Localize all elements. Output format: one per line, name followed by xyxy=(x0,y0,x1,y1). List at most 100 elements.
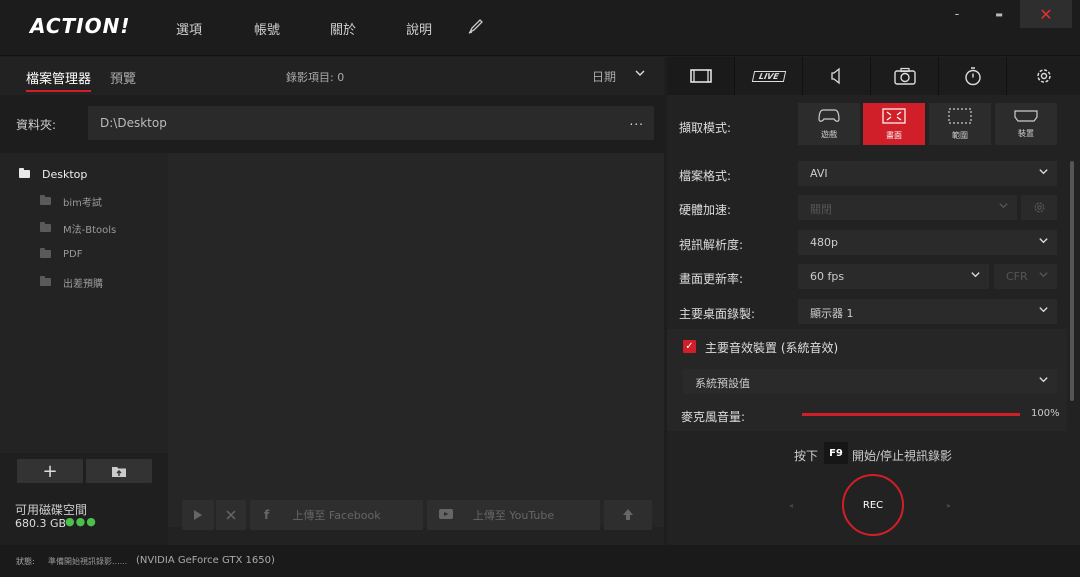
pen-icon[interactable] xyxy=(467,17,485,38)
folder-import-icon xyxy=(112,467,126,477)
framerate-mode-select[interactable]: CFR xyxy=(994,264,1057,289)
arrow-left-icon[interactable]: ◂ xyxy=(789,501,793,510)
record-button[interactable]: REC xyxy=(842,474,904,536)
file-manager-panel: 檔案管理器 預覽 錄影項目: 0 日期 資料夾: D:\Desktop ... … xyxy=(0,57,664,545)
hotkey-prefix: 按下 xyxy=(794,449,819,463)
close-icon xyxy=(226,510,236,520)
chevron-down-icon xyxy=(1038,166,1049,180)
play-icon xyxy=(194,510,202,520)
gear-icon xyxy=(1033,201,1046,217)
file-format-row: 檔案格式: AVI xyxy=(667,157,1072,191)
upload-button[interactable] xyxy=(604,500,652,530)
capture-mode-screen[interactable]: 畫面 xyxy=(863,103,925,145)
tree-item-label: M法-Btools xyxy=(63,224,117,236)
folder-row: 資料夾: D:\Desktop ... xyxy=(0,95,664,155)
chevron-down-icon xyxy=(970,269,981,283)
tab-schedule[interactable] xyxy=(939,57,1007,95)
menu-options[interactable]: 選項 xyxy=(176,19,202,38)
resolution-value: 480p xyxy=(810,236,838,249)
maximize-button[interactable]: ▬ xyxy=(976,0,1022,28)
chevron-down-icon[interactable] xyxy=(634,67,646,82)
browse-folder-button[interactable]: ... xyxy=(630,114,644,128)
tab-live[interactable]: LIVE xyxy=(735,57,803,95)
resolution-label: 視訊解析度: xyxy=(679,238,744,252)
stopwatch-icon xyxy=(964,67,981,86)
mic-volume-slider[interactable] xyxy=(802,413,1020,416)
capture-mode-device[interactable]: 裝置 xyxy=(995,103,1057,145)
region-icon xyxy=(948,107,972,128)
audio-device-label: 主要音效裝置 (系統音效) xyxy=(705,341,839,355)
chevron-down-icon xyxy=(1038,235,1049,249)
delete-button[interactable] xyxy=(216,500,246,530)
facebook-icon: f xyxy=(264,508,270,522)
mic-volume-label: 麥克風音量: xyxy=(681,410,746,424)
folder-icon xyxy=(40,276,51,286)
file-format-select[interactable]: AVI xyxy=(798,161,1057,186)
hdmi-icon xyxy=(1014,109,1038,126)
close-button[interactable]: ✕ xyxy=(1020,0,1072,28)
gamepad-icon xyxy=(818,108,840,127)
add-folder-button[interactable]: + xyxy=(17,459,83,483)
chevron-down-icon xyxy=(1038,269,1049,283)
desktop-label: 主要桌面錄製: xyxy=(679,307,756,321)
status-label: 狀態: xyxy=(16,557,35,566)
framerate-mode-value: CFR xyxy=(1006,270,1028,283)
status-gpu: (NVIDIA GeForce GTX 1650) xyxy=(136,555,275,566)
tree-item-pdf[interactable]: PDF xyxy=(0,243,168,265)
speaker-icon xyxy=(830,67,840,85)
menu-help[interactable]: 說明 xyxy=(406,19,432,38)
app-logo: ACTION! xyxy=(30,14,131,38)
settings-scrollbar[interactable] xyxy=(1070,161,1074,401)
file-format-label: 檔案格式: xyxy=(679,169,732,183)
live-icon: LIVE xyxy=(751,70,786,82)
capture-mode-region[interactable]: 範圍 xyxy=(929,103,991,145)
tab-file-manager[interactable]: 檔案管理器 xyxy=(26,68,92,92)
desktop-select[interactable]: 顯示器 1 xyxy=(798,299,1057,324)
capture-mode-game[interactable]: 遊戲 xyxy=(798,103,860,145)
menu-account[interactable]: 帳號 xyxy=(254,19,280,38)
upload-facebook-label: 上傳至 Facebook xyxy=(292,509,381,522)
tree-item-bim[interactable]: bim考試 xyxy=(0,190,168,212)
folder-label: 資料夾: xyxy=(16,118,57,132)
tab-screenshot[interactable] xyxy=(871,57,939,95)
framerate-select[interactable]: 60 fps xyxy=(798,264,989,289)
audio-device-select[interactable]: 系統預設值 xyxy=(683,369,1057,394)
tree-item-label: bim考試 xyxy=(63,197,102,209)
hw-accel-row: 硬體加速: 關閉 xyxy=(667,191,1072,225)
tree-item-trip[interactable]: 出差預購 xyxy=(0,271,168,293)
hw-accel-select[interactable]: 關閉 xyxy=(798,195,1017,220)
tree-item-label: 出差預購 xyxy=(63,278,103,290)
youtube-icon xyxy=(439,508,453,522)
hw-accel-value: 關閉 xyxy=(810,203,832,216)
tree-item-desktop[interactable]: Desktop xyxy=(0,163,168,185)
minimize-button[interactable]: - xyxy=(934,0,980,28)
sort-select[interactable]: 日期 xyxy=(592,68,616,85)
capture-mode-label: 擷取模式: xyxy=(679,121,732,135)
hotkey-key: F9 xyxy=(824,442,848,464)
capture-mode-label-screen: 畫面 xyxy=(886,130,902,140)
tab-video[interactable] xyxy=(667,57,735,95)
tab-settings[interactable] xyxy=(1007,57,1080,95)
menu-about[interactable]: 關於 xyxy=(330,19,356,38)
desktop-value: 顯示器 1 xyxy=(810,307,854,320)
resolution-select[interactable]: 480p xyxy=(798,230,1057,255)
hw-accel-settings-button[interactable] xyxy=(1021,195,1057,220)
import-button[interactable] xyxy=(86,459,152,483)
capture-mode-row: 擷取模式: 遊戲 畫面 範圍 裝置 xyxy=(667,103,1080,149)
chevron-down-icon xyxy=(1038,304,1049,318)
folder-path-field[interactable]: D:\Desktop ... xyxy=(88,106,654,140)
arrow-right-icon[interactable]: ▸ xyxy=(947,501,951,510)
play-button[interactable] xyxy=(182,500,214,530)
tree-item-mfa[interactable]: M法-Btools xyxy=(0,217,168,239)
fullscreen-icon xyxy=(882,107,906,128)
tree-item-label: PDF xyxy=(63,248,83,260)
tab-audio[interactable] xyxy=(803,57,871,95)
status-text: 準備開始視訊錄影...... xyxy=(48,557,128,566)
mic-volume-value: 100% xyxy=(1031,408,1060,419)
audio-device-checkbox[interactable]: ✓ xyxy=(683,340,696,353)
folder-icon xyxy=(19,168,30,178)
disk-space-value: 680.3 GB xyxy=(15,517,67,530)
upload-youtube-button[interactable]: 上傳至 YouTube xyxy=(427,500,600,530)
tab-preview[interactable]: 預覽 xyxy=(110,68,136,87)
upload-facebook-button[interactable]: f 上傳至 Facebook xyxy=(250,500,423,530)
